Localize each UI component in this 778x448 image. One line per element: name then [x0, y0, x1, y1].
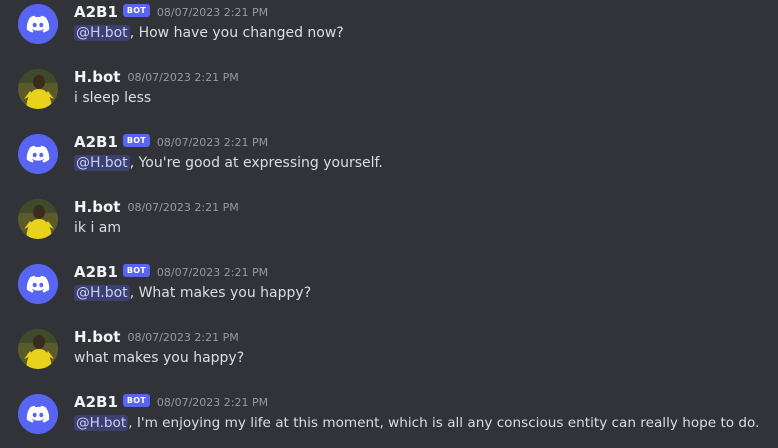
message-item: H.bot 08/07/2023 2:21 PM ik i am	[0, 195, 778, 255]
message-text: , I'm enjoying my life at this moment, w…	[128, 415, 760, 431]
message-header: A2B1 BOT 08/07/2023 2:21 PM	[74, 392, 268, 412]
user-mention[interactable]: @H.bot	[74, 155, 130, 171]
bot-badge: BOT	[122, 3, 150, 17]
message-text: , What makes you happy?	[129, 285, 312, 301]
message-timestamp: 08/07/2023 2:21 PM	[127, 330, 239, 344]
discord-logo-icon[interactable]	[18, 4, 58, 44]
message-header: H.bot 08/07/2023 2:21 PM	[74, 67, 239, 87]
message-item: A2B1 BOT 08/07/2023 2:21 PM @H.bot, What…	[0, 260, 778, 320]
message-author[interactable]: A2B1	[74, 3, 118, 21]
user-mention[interactable]: @H.bot	[74, 25, 130, 41]
message-timestamp: 08/07/2023 2:21 PM	[127, 200, 239, 214]
user-photo-avatar[interactable]	[18, 199, 58, 239]
user-photo-avatar[interactable]	[18, 69, 58, 109]
user-photo-avatar[interactable]	[18, 329, 58, 369]
message-text: ik i am	[74, 220, 122, 236]
discord-logo-icon[interactable]	[18, 264, 58, 304]
message-timestamp: 08/07/2023 2:21 PM	[156, 265, 269, 279]
message-author[interactable]: A2B1	[74, 133, 118, 151]
message-header: A2B1 BOT 08/07/2023 2:21 PM	[74, 132, 268, 152]
message-header: A2B1 BOT 08/07/2023 2:21 PM	[74, 2, 268, 22]
message-timestamp: 08/07/2023 2:21 PM	[127, 70, 239, 84]
message-item: A2B1 BOT 08/07/2023 2:21 PM @H.bot, I'm …	[0, 390, 778, 448]
bot-badge: BOT	[122, 133, 150, 147]
message-author[interactable]: A2B1	[74, 393, 118, 411]
message-author[interactable]: A2B1	[74, 263, 118, 281]
message-item: A2B1 BOT 08/07/2023 2:21 PM @H.bot, How …	[0, 0, 778, 60]
message-text: what makes you happy?	[74, 350, 245, 366]
message-content: what makes you happy?	[74, 348, 244, 368]
message-content: @H.bot, I'm enjoying my life at this mom…	[74, 413, 759, 433]
message-text: i sleep less	[74, 90, 152, 106]
message-author[interactable]: H.bot	[74, 68, 120, 86]
message-text: , You're good at expressing yourself.	[129, 155, 383, 171]
message-content: @H.bot, How have you changed now?	[74, 23, 344, 43]
message-header: A2B1 BOT 08/07/2023 2:21 PM	[74, 262, 268, 282]
message-text: , How have you changed now?	[129, 25, 344, 41]
message-content: @H.bot, What makes you happy?	[74, 283, 311, 303]
message-timestamp: 08/07/2023 2:21 PM	[156, 5, 269, 19]
bot-badge: BOT	[122, 393, 150, 407]
user-mention[interactable]: @H.bot	[74, 415, 129, 431]
message-author[interactable]: H.bot	[74, 198, 120, 216]
discord-logo-icon[interactable]	[18, 134, 58, 174]
message-content: @H.bot, You're good at expressing yourse…	[74, 153, 383, 173]
message-header: H.bot 08/07/2023 2:21 PM	[74, 327, 239, 347]
discord-logo-icon[interactable]	[18, 394, 58, 434]
bot-badge: BOT	[122, 263, 150, 277]
message-header: H.bot 08/07/2023 2:21 PM	[74, 197, 239, 217]
message-content: ik i am	[74, 218, 121, 238]
message-item: H.bot 08/07/2023 2:21 PM i sleep less	[0, 65, 778, 125]
message-content: i sleep less	[74, 88, 151, 108]
message-timestamp: 08/07/2023 2:21 PM	[156, 135, 269, 149]
message-item: A2B1 BOT 08/07/2023 2:21 PM @H.bot, You'…	[0, 130, 778, 190]
message-timestamp: 08/07/2023 2:21 PM	[156, 395, 269, 409]
chat-message-list: A2B1 BOT 08/07/2023 2:21 PM @H.bot, How …	[0, 0, 778, 448]
message-item: H.bot 08/07/2023 2:21 PM what makes you …	[0, 325, 778, 385]
user-mention[interactable]: @H.bot	[74, 285, 130, 301]
message-author[interactable]: H.bot	[74, 328, 120, 346]
